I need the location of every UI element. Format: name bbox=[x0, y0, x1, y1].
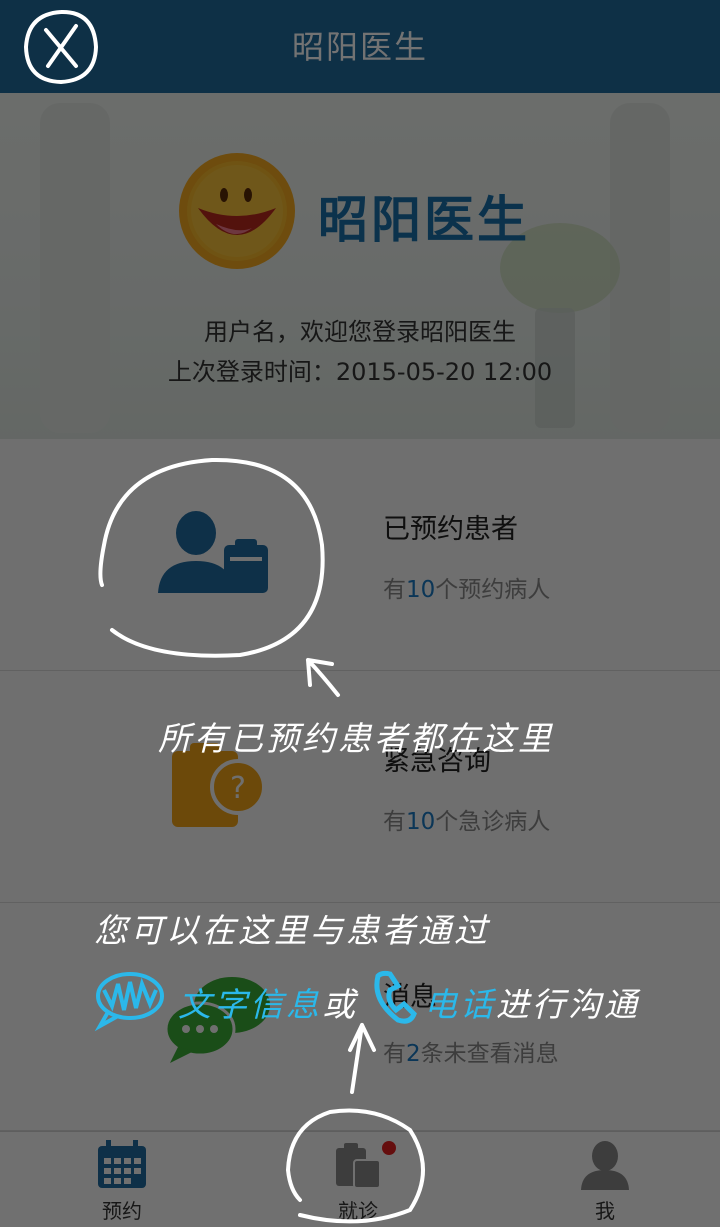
logo-text: 昭阳医生 bbox=[318, 191, 530, 249]
clipboard-icon bbox=[336, 1143, 381, 1189]
row-title: 消息 bbox=[383, 982, 437, 1013]
chat-bubbles-icon bbox=[164, 977, 270, 1063]
menu-item-emergency[interactable]: ? 紧急咨询 有10个急诊病人 bbox=[0, 671, 720, 903]
person-icon bbox=[581, 1141, 629, 1190]
notification-badge bbox=[382, 1141, 396, 1155]
tab-label: 就诊 bbox=[338, 1199, 378, 1223]
tab-me[interactable]: 我 bbox=[540, 1132, 670, 1227]
row-subtitle: 有2条未查看消息 bbox=[383, 1041, 559, 1067]
row-subtitle: 有10个急诊病人 bbox=[383, 809, 551, 835]
hero-banner bbox=[0, 93, 720, 439]
welcome-text: 用户名，欢迎您登录昭阳医生 bbox=[204, 318, 516, 346]
count-badge: 10 bbox=[406, 809, 436, 835]
menu-item-messages[interactable]: 消息 有2条未查看消息 bbox=[0, 903, 720, 1131]
close-icon[interactable] bbox=[22, 8, 100, 86]
menu-item-appointments[interactable]: 已预约患者 有10个预约病人 bbox=[0, 439, 720, 671]
svg-text:?: ? bbox=[230, 771, 246, 806]
bottom-tab-bar: 预约 就诊 我 bbox=[0, 1131, 720, 1227]
row-title: 紧急咨询 bbox=[383, 746, 491, 777]
tab-label: 预约 bbox=[102, 1199, 142, 1223]
patient-clipboard-icon bbox=[158, 511, 268, 593]
sun-logo-icon bbox=[179, 153, 295, 269]
row-title: 已预约患者 bbox=[383, 514, 518, 545]
tab-consultation[interactable]: 就诊 bbox=[293, 1132, 423, 1227]
page-title: 昭阳医生 bbox=[291, 28, 428, 66]
tab-label: 我 bbox=[595, 1199, 615, 1223]
question-clipboard-icon: ? bbox=[172, 743, 266, 827]
last-login-text: 上次登录时间：2015-05-20 12:00 bbox=[167, 358, 553, 386]
calendar-icon bbox=[98, 1140, 146, 1188]
count-badge: 2 bbox=[406, 1041, 421, 1067]
tab-appointments[interactable]: 预约 bbox=[57, 1132, 187, 1227]
count-badge: 10 bbox=[406, 577, 436, 603]
title-bar: 昭阳医生 bbox=[0, 0, 720, 93]
row-subtitle: 有10个预约病人 bbox=[383, 577, 551, 603]
